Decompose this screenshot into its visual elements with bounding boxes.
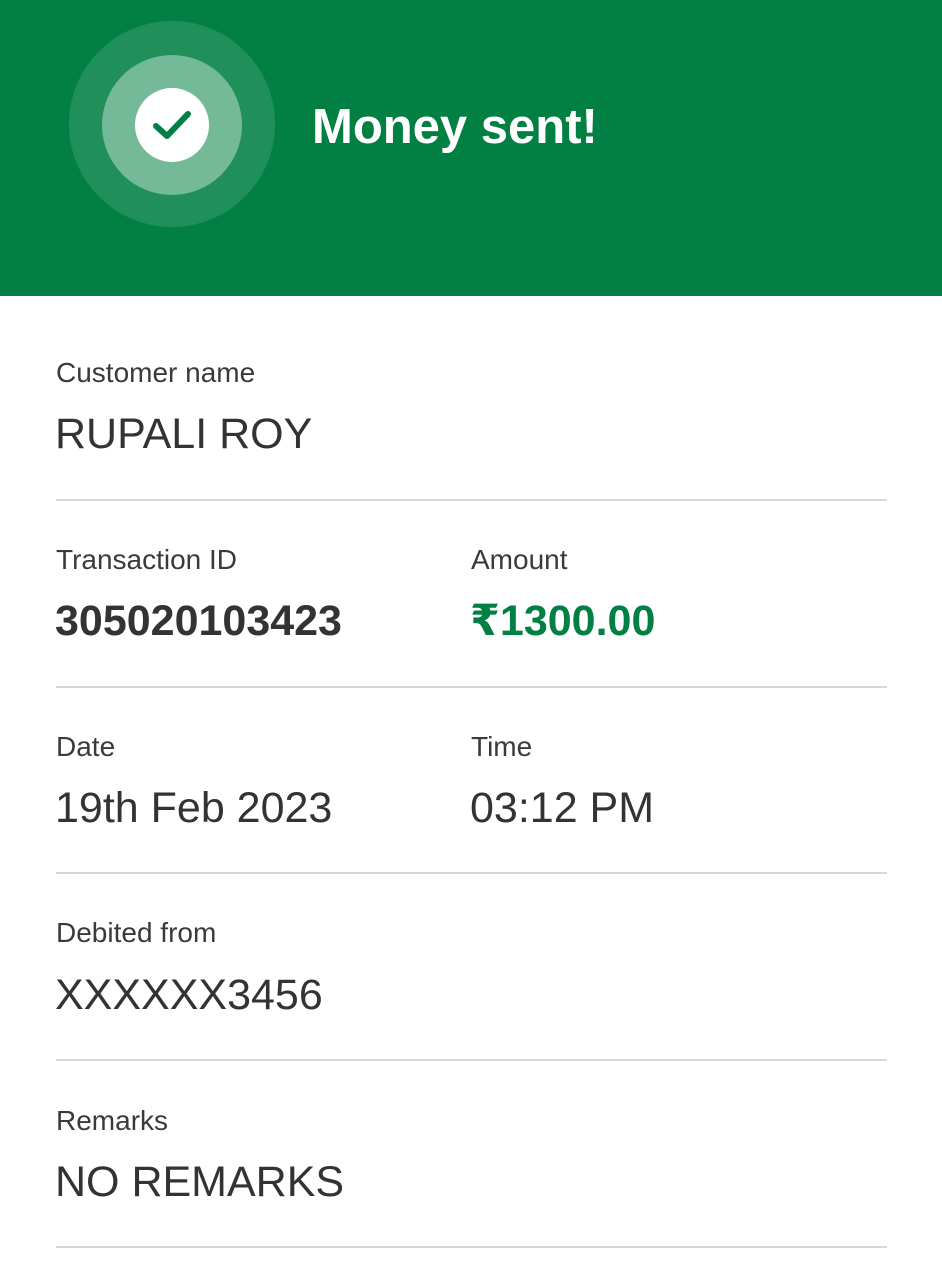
amount-value: ₹1300.00 [470,597,656,645]
time-label: Time [471,731,533,762]
success-header: Money sent! [0,0,942,296]
page-title: Money sent! [312,100,598,154]
transaction-id-value: 305020103423 [55,597,342,645]
divider [56,872,887,874]
date-value: 19th Feb 2023 [55,784,333,832]
customer-name-label: Customer name [56,357,256,388]
time-value: 03:12 PM [470,784,655,832]
debited-from-value: XXXXXX3456 [55,971,323,1019]
check-icon [135,88,209,162]
remarks-value: NO REMARKS [55,1158,345,1206]
transaction-id-label: Transaction ID [56,544,238,575]
debited-from-label: Debited from [56,917,217,948]
customer-name-value: RUPALI ROY [55,410,313,458]
remarks-label: Remarks [56,1105,169,1136]
divider [56,686,887,688]
divider [56,1246,887,1248]
amount-label: Amount [471,544,568,575]
date-label: Date [56,731,116,762]
divider [56,499,887,501]
divider [56,1059,887,1061]
